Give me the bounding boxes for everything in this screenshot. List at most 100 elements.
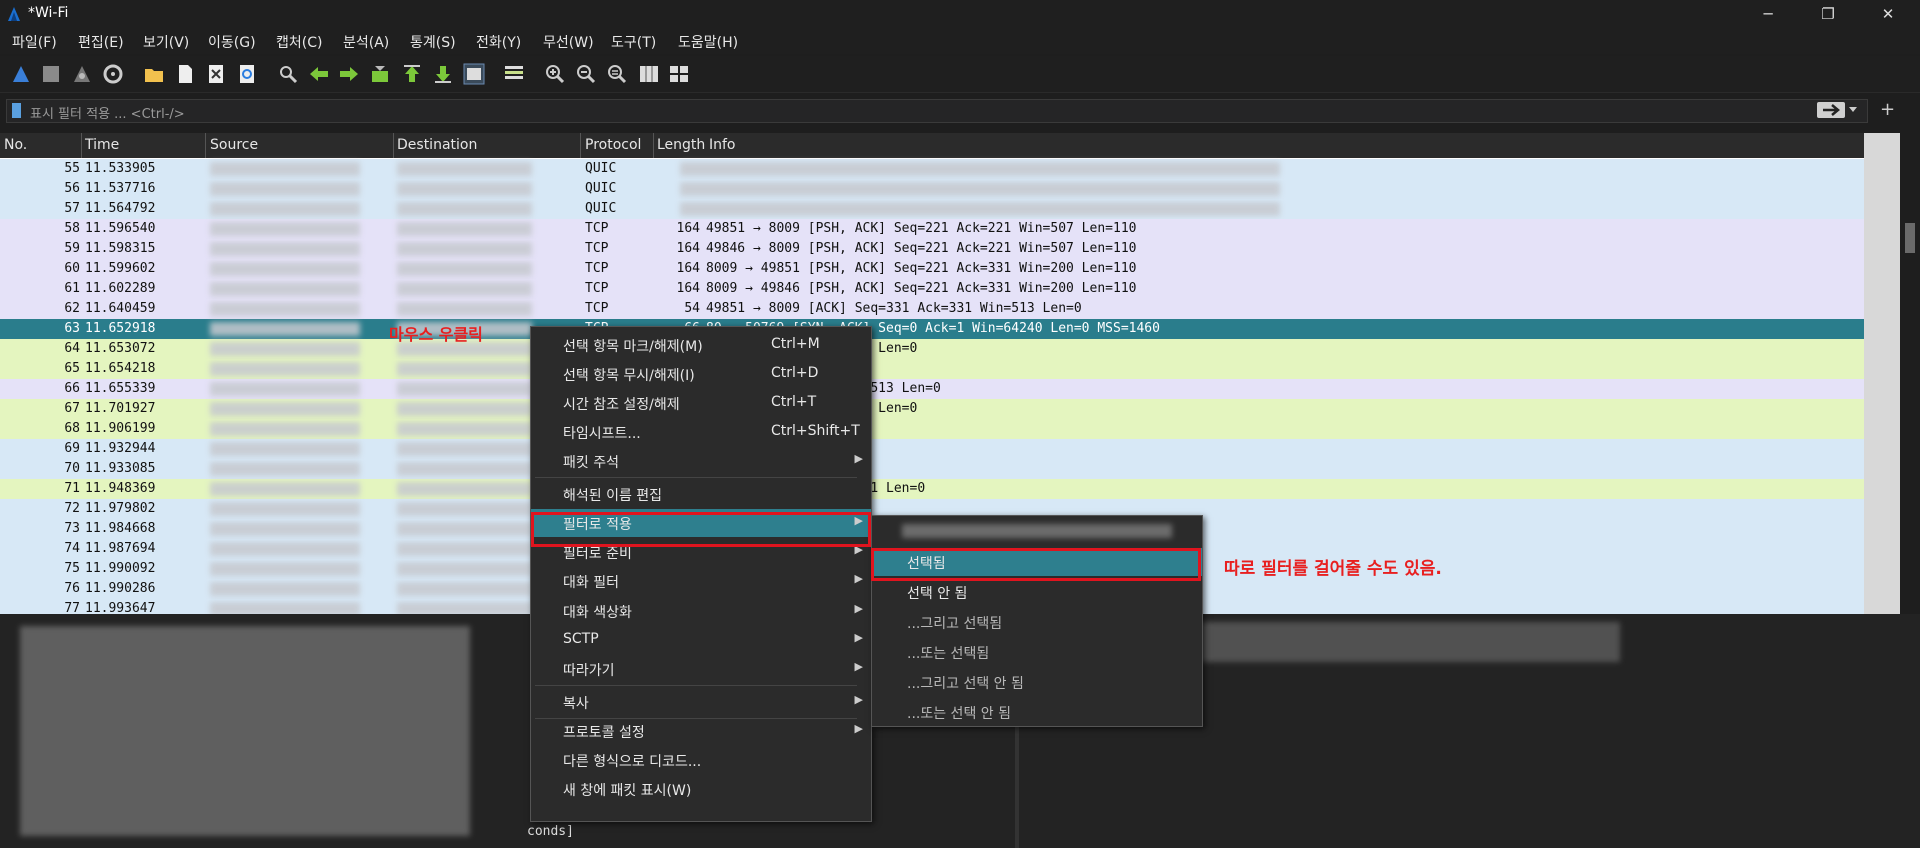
col-separator[interactable] <box>653 133 654 158</box>
context-menu-item[interactable]: SCTP ▶ <box>531 626 871 654</box>
packet-list-scrollbar[interactable] <box>1900 133 1920 614</box>
reload-icon[interactable] <box>236 63 258 85</box>
col-separator[interactable] <box>393 133 394 158</box>
context-menu-item[interactable]: 해석된 이름 편집 <box>531 480 871 508</box>
menu-capture[interactable]: 캡처(C) <box>276 32 322 52</box>
stop-icon[interactable] <box>40 63 62 85</box>
context-menu-item[interactable]: 복사 ▶ <box>531 688 871 716</box>
col-time[interactable]: Time <box>85 137 119 153</box>
table-row[interactable]: 6611.655339 Seq=331 Ack=331 Win=513 Len=… <box>0 379 1864 399</box>
context-menu-item[interactable]: 시간 참조 설정/해제 Ctrl+T <box>531 389 871 417</box>
table-row[interactable]: 62 11.640459 TCP 54 49851 → 8009 [ACK] Seq=3… <box>0 299 1864 319</box>
menu-analyze[interactable]: 분석(A) <box>343 32 389 52</box>
restart-icon[interactable] <box>71 63 93 85</box>
table-row[interactable]: 59 11.598315 TCP 164 49846 → 8009 [PSH, ACK]… <box>0 239 1864 259</box>
apply-filter-arrow-icon[interactable] <box>1817 101 1859 119</box>
first-packet-icon[interactable] <box>401 63 423 85</box>
packet-protocol: QUIC <box>585 181 617 196</box>
table-row[interactable]: 57 11.564792 QUIC <box>0 199 1864 219</box>
shark-fin-start-icon[interactable] <box>10 63 32 85</box>
table-row[interactable]: 56 11.537716 QUIC <box>0 179 1864 199</box>
submenu-item[interactable]: ...그리고 선택 안 됨 <box>872 668 1202 696</box>
col-separator[interactable] <box>580 133 581 158</box>
minimize-button[interactable]: ─ <box>1745 0 1791 28</box>
layout-icon[interactable] <box>668 63 690 85</box>
redacted-info <box>680 202 1280 216</box>
table-row[interactable]: 7011.9330852 <box>0 459 1864 479</box>
last-packet-icon[interactable] <box>432 63 454 85</box>
redacted-destination <box>397 602 532 614</box>
context-menu-item[interactable]: 패킷 주석 ▶ <box>531 447 871 475</box>
context-menu-item[interactable]: 다른 형식으로 디코드... <box>531 746 871 774</box>
col-length[interactable]: Length <box>657 137 705 153</box>
search-icon[interactable] <box>277 63 299 85</box>
table-row[interactable]: 61 11.602289 TCP 164 8009 → 49846 [PSH, ACK]… <box>0 279 1864 299</box>
close-file-icon[interactable] <box>205 63 227 85</box>
table-row-selected[interactable]: 6311.652918TCP6680 → 50769 [SYN, ACK] Se… <box>0 319 1864 339</box>
col-protocol[interactable]: Protocol <box>585 137 641 153</box>
maximize-button[interactable]: ❐ <box>1805 0 1851 28</box>
context-menu-item[interactable]: 새 창에 패킷 표시(W) <box>531 775 871 803</box>
col-no[interactable]: No. <box>4 137 27 153</box>
menu-go[interactable]: 이동(G) <box>208 32 256 52</box>
close-button[interactable]: ✕ <box>1865 0 1911 28</box>
context-menu-item[interactable]: 선택 항목 무시/해제(I) Ctrl+D <box>531 360 871 388</box>
bookmark-icon[interactable] <box>12 103 21 118</box>
context-menu-item[interactable]: 타임시프트... Ctrl+Shift+T <box>531 418 871 446</box>
packet-minimap[interactable] <box>1864 133 1900 614</box>
table-row[interactable]: 55 11.533905 QUIC <box>0 159 1864 179</box>
menu-tools[interactable]: 도구(T) <box>611 32 656 52</box>
menu-file[interactable]: 파일(F) <box>12 32 57 52</box>
capture-options-icon[interactable] <box>102 63 124 85</box>
table-row[interactable]: 6711.701927eq=719 Ack=90 Win=512 Len=0 <box>0 399 1864 419</box>
zoom-out-icon[interactable] <box>575 63 597 85</box>
packet-length: 54 <box>684 301 700 316</box>
context-menu-item[interactable]: 대화 색상화 ▶ <box>531 597 871 625</box>
goto-packet-icon[interactable] <box>369 63 391 85</box>
context-menu-item-label: 타임시프트... <box>563 426 641 442</box>
zoom-reset-icon[interactable] <box>606 63 628 85</box>
col-source[interactable]: Source <box>210 137 258 153</box>
table-row[interactable]: 6811.906199text/html) <box>0 419 1864 439</box>
table-row[interactable]: 58 11.596540 TCP 164 49851 → 8009 [PSH, ACK]… <box>0 219 1864 239</box>
zoom-in-icon[interactable] <box>544 63 566 85</box>
menu-help[interactable]: 도움말(H) <box>678 32 738 52</box>
redacted-destination <box>397 182 532 196</box>
col-destination[interactable]: Destination <box>397 137 477 153</box>
col-separator[interactable] <box>205 133 206 158</box>
packet-protocol: QUIC <box>585 161 617 176</box>
display-filter-bar: 표시 필터 적용 ... <Ctrl-/> <box>0 97 1920 125</box>
table-row[interactable]: 6511.654218nue <box>0 359 1864 379</box>
submenu-item[interactable]: 선택 안 됨 <box>872 578 1202 606</box>
file-icon[interactable] <box>174 63 196 85</box>
scrollbar-thumb[interactable] <box>1905 223 1915 253</box>
context-menu-item[interactable]: 따라가기 ▶ <box>531 655 871 683</box>
back-arrow-icon[interactable] <box>308 63 330 85</box>
add-filter-button[interactable]: + <box>1880 99 1895 120</box>
colorize-icon[interactable] <box>503 63 525 85</box>
submenu-item[interactable]: ...또는 선택 안 됨 <box>872 698 1202 726</box>
packet-time: 11.533905 <box>85 161 156 176</box>
forward-arrow-icon[interactable] <box>338 63 360 85</box>
menu-wireless[interactable]: 무선(W) <box>543 32 594 52</box>
context-menu-item[interactable]: 선택 항목 마크/해제(M) Ctrl+M <box>531 331 871 359</box>
col-info[interactable]: Info <box>709 137 736 153</box>
table-row[interactable]: 6411.653072eq=1 Ack=1 Win=131328 Len=0 <box>0 339 1864 359</box>
context-menu-item[interactable]: 프로토콜 설정 ▶ <box>531 717 871 745</box>
table-row[interactable]: 7111.948369eq=719 Ack=412 Win=511 Len=0 <box>0 479 1864 499</box>
col-separator[interactable] <box>81 133 82 158</box>
context-menu-item[interactable]: 대화 필터 ▶ <box>531 567 871 595</box>
menu-telephony[interactable]: 전화(Y) <box>476 32 521 52</box>
context-menu-item-label: 새 창에 패킷 표시(W) <box>563 783 692 799</box>
submenu-item[interactable]: ...그리고 선택됨 <box>872 608 1202 636</box>
autoscroll-icon[interactable] <box>463 63 485 85</box>
resize-columns-icon[interactable] <box>638 63 660 85</box>
submenu-item[interactable]: ...또는 선택됨 <box>872 638 1202 666</box>
open-folder-icon[interactable] <box>143 63 165 85</box>
display-filter-input[interactable] <box>6 99 1868 123</box>
menu-edit[interactable]: 편집(E) <box>78 32 124 52</box>
table-row[interactable]: 6911.9329442 <box>0 439 1864 459</box>
menu-view[interactable]: 보기(V) <box>143 32 189 52</box>
table-row[interactable]: 60 11.599602 TCP 164 8009 → 49851 [PSH, ACK]… <box>0 259 1864 279</box>
menu-statistics[interactable]: 통계(S) <box>410 32 456 52</box>
